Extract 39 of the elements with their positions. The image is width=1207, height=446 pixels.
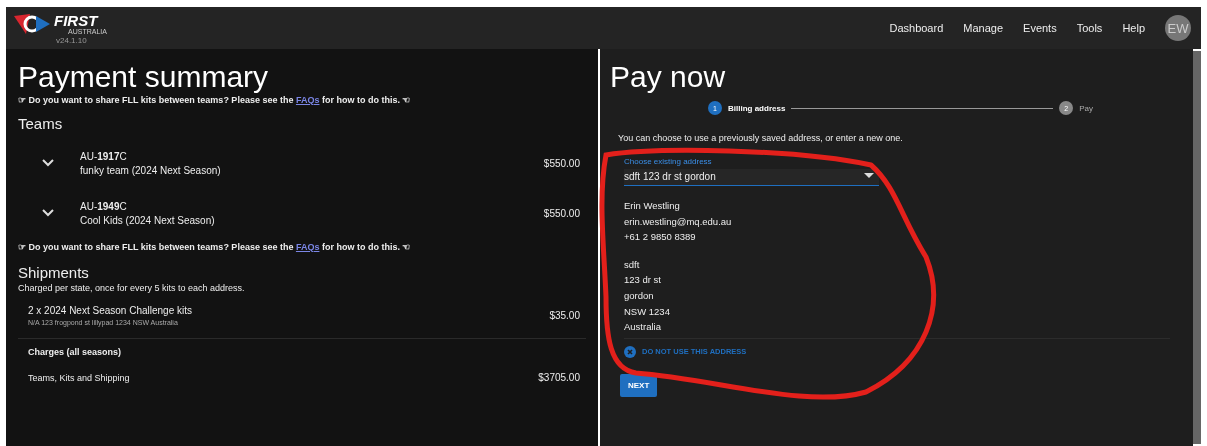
address-select[interactable]: Choose existing address sdft 123 dr st gordon [624,157,879,186]
page-title: Pay now [610,59,727,95]
intro-text: You can choose to use a previously saved address, or enter a new one. [618,133,904,143]
nav-link[interactable]: Manage [963,22,1004,34]
nav-link[interactable]: Help [1122,22,1145,34]
version-label: v24.1.10 [55,35,88,45]
address-line: sdft [624,257,641,272]
contact-line: +61 2 9850 8389 [624,230,697,245]
faq-note: ☞ Do you want to share FLL kits between teams? Please see the FAQs for how to do this. ☜ [18,95,412,105]
price: $3705.00 [538,372,580,383]
team-name: Cool Kids (2024 Next Season) [80,214,216,226]
faq-link[interactable]: FAQs [295,95,320,105]
faq-note: ☞ Do you want to share FLL kits between teams? Please see the FAQs for how to do this. ☜ [18,242,412,252]
nav-link[interactable]: Events [1023,22,1057,34]
team-number: AU-1917C [80,150,128,162]
price: $550.00 [543,207,580,219]
step-label: Billing address [728,103,786,113]
faq-link[interactable]: FAQs [295,242,320,252]
price: $35.00 [549,310,580,321]
logo-text: FIRST [54,12,100,28]
step-label: Pay [1079,103,1093,113]
address-line: gordon [624,288,655,303]
team-name: funky team (2024 Next Season) [80,164,222,176]
section-heading: Teams [18,115,64,132]
contact-line: erin.westling@mq.edu.au [624,214,733,229]
charge-label: Teams, Kits and Shipping [28,372,131,383]
charges-heading: Charges (all seasons) [28,347,123,357]
nav-link[interactable]: Tools [1076,22,1103,34]
address-line: 123 dr st [624,273,662,288]
nav-link[interactable]: Dashboard [889,22,944,34]
section-subtitle: Charged per state, once for every 5 kits to each address. [18,283,246,293]
address-line: NSW 1234 [624,304,671,319]
page-title: Payment summary [18,59,270,95]
team-number: AU-1949C [80,200,128,212]
section-heading: Shipments [18,264,90,281]
price: $550.00 [543,157,580,169]
address-line: Australia [624,320,662,335]
contact-line: Erin Westling [624,199,681,213]
shipment-title: 2 x 2024 Next Season Challenge kits [28,305,193,316]
